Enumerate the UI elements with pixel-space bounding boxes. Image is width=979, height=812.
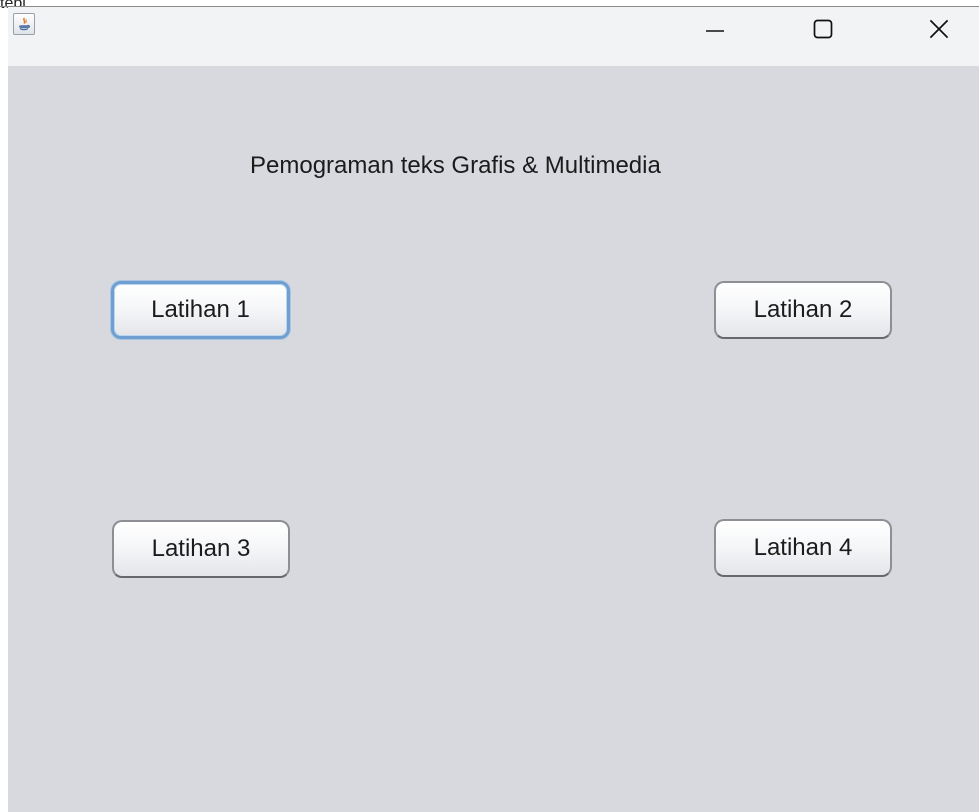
window-titlebar[interactable]: [8, 7, 979, 66]
latihan-4-button[interactable]: Latihan 4: [714, 519, 892, 577]
page-title: Pemograman teks Grafis & Multimedia: [250, 152, 661, 179]
maximize-button[interactable]: [793, 7, 853, 55]
screen: tepi ... ... ... ...: [0, 0, 979, 812]
java-app-icon[interactable]: [13, 13, 35, 35]
close-icon: [927, 17, 951, 46]
latihan-3-button[interactable]: Latihan 3: [112, 520, 290, 578]
window-content-panel: Pemograman teks Grafis & Multimedia Lati…: [8, 66, 979, 812]
maximize-icon: [811, 17, 835, 46]
latihan-2-button[interactable]: Latihan 2: [714, 281, 892, 339]
close-button[interactable]: [909, 7, 969, 55]
latihan-1-button[interactable]: Latihan 1: [111, 281, 290, 339]
minimize-button[interactable]: [685, 7, 745, 55]
minimize-icon: [703, 17, 727, 46]
java-application-window: Pemograman teks Grafis & Multimedia Lati…: [8, 7, 979, 812]
